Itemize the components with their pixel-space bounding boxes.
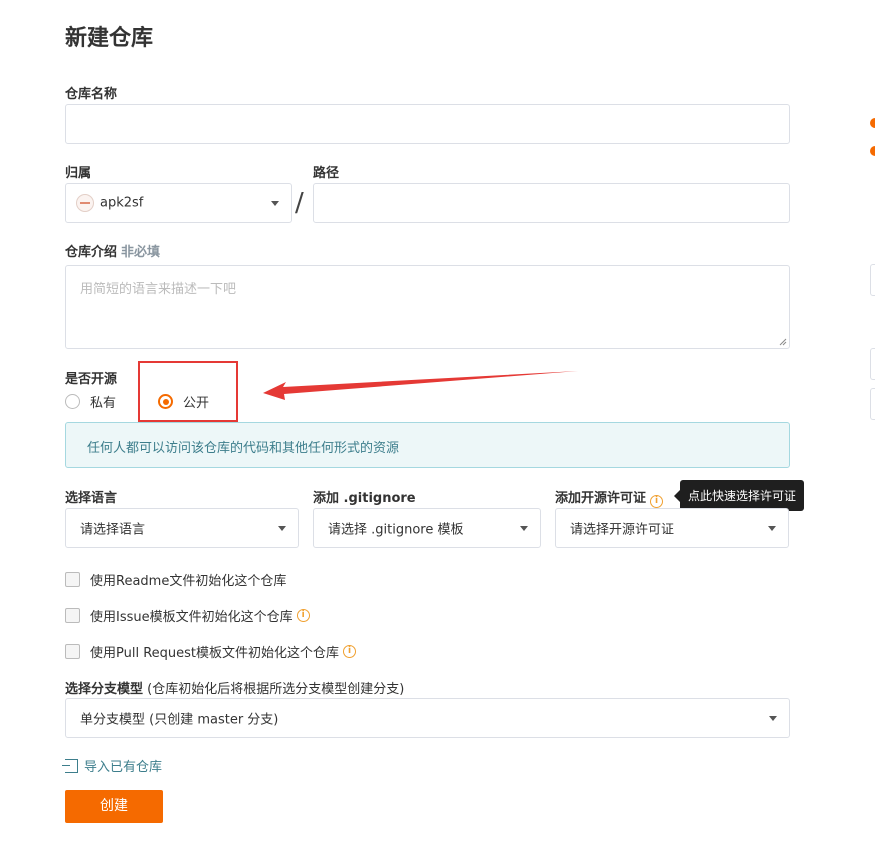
license-select[interactable]: 请选择开源许可证 — [555, 508, 789, 548]
license-label-text: 添加开源许可证 — [555, 491, 647, 506]
gitignore-value: 请选择 .gitignore 模板 — [328, 522, 464, 538]
path-label: 路径 — [313, 166, 340, 181]
gitignore-label: 添加 .gitignore — [313, 491, 416, 506]
language-select[interactable]: 请选择语言 — [65, 508, 299, 548]
side-panel-field[interactable] — [870, 388, 875, 420]
page-title: 新建仓库 — [65, 26, 154, 51]
path-input[interactable] — [313, 183, 790, 223]
visibility-label: 是否开源 — [65, 372, 118, 387]
language-label: 选择语言 — [65, 491, 118, 506]
branch-model-hint: (仓库初始化后将根据所选分支模型创建分支) — [147, 682, 405, 697]
branch-model-title: 选择分支模型 — [65, 682, 144, 697]
resize-handle-icon[interactable] — [779, 338, 787, 346]
side-panel-field[interactable] — [870, 264, 875, 296]
info-icon[interactable]: i — [343, 645, 357, 658]
gitignore-select[interactable]: 请选择 .gitignore 模板 — [313, 508, 541, 548]
visibility-info-box: 任何人都可以访问该仓库的代码和其他任何形式的资源 — [65, 422, 790, 468]
info-icon[interactable]: i — [296, 609, 310, 622]
license-value: 请选择开源许可证 — [570, 522, 675, 538]
create-button[interactable]: 创建 — [65, 790, 163, 823]
side-status-dot — [870, 118, 875, 128]
chevron-down-icon — [769, 716, 777, 721]
init-issue-label: 使用Issue模板文件初始化这个仓库 — [90, 610, 293, 625]
visibility-info-text: 任何人都可以访问该仓库的代码和其他任何形式的资源 — [87, 441, 400, 456]
language-value: 请选择语言 — [80, 522, 146, 538]
chevron-down-icon — [271, 201, 279, 206]
import-repo-text: 导入已有仓库 — [84, 760, 163, 775]
radio-private-label: 私有 — [90, 396, 117, 411]
branch-model-select[interactable]: 单分支模型 (只创建 master 分支) — [65, 698, 790, 738]
description-label: 仓库介绍 非必填 — [65, 241, 160, 260]
side-status-dot — [870, 146, 875, 156]
repo-name-input[interactable] — [65, 104, 790, 144]
info-icon[interactable]: i — [650, 495, 664, 508]
owner-avatar — [76, 194, 94, 212]
chevron-down-icon — [768, 526, 776, 531]
license-tooltip: 点此快速选择许可证 — [673, 480, 805, 511]
optional-tag: 非必填 — [121, 245, 161, 260]
license-label: 添加开源许可证 i — [555, 487, 664, 508]
checkbox[interactable] — [65, 608, 80, 623]
init-readme-option[interactable]: 使用Readme文件初始化这个仓库 — [65, 570, 286, 589]
init-pr-label: 使用Pull Request模板文件初始化这个仓库 — [90, 646, 340, 661]
description-textarea[interactable]: 用简短的语言来描述一下吧 — [65, 265, 790, 349]
owner-select[interactable]: apk2sf — [65, 183, 292, 223]
repo-name-label: 仓库名称 — [65, 87, 118, 102]
description-label-text: 仓库介绍 — [65, 245, 118, 260]
checkbox[interactable] — [65, 644, 80, 659]
branch-model-value: 单分支模型 (只创建 master 分支) — [80, 712, 279, 728]
chevron-down-icon — [278, 526, 286, 531]
owner-value: apk2sf — [100, 195, 144, 211]
radio-private[interactable]: 私有 — [65, 392, 116, 411]
description-placeholder: 用简短的语言来描述一下吧 — [80, 282, 237, 297]
init-issue-option[interactable]: 使用Issue模板文件初始化这个仓库 i — [65, 606, 310, 625]
chevron-down-icon — [520, 526, 528, 531]
side-panel-field[interactable] — [870, 348, 875, 380]
import-repo-link[interactable]: 导入已有仓库 — [62, 756, 163, 775]
checkbox[interactable] — [65, 572, 80, 587]
branch-model-label: 选择分支模型 (仓库初始化后将根据所选分支模型创建分支) — [65, 678, 404, 697]
radio-private-circle[interactable] — [65, 394, 80, 409]
import-icon — [62, 758, 78, 773]
highlight-box — [138, 361, 238, 422]
owner-label: 归属 — [65, 166, 92, 181]
init-readme-label: 使用Readme文件初始化这个仓库 — [90, 574, 287, 589]
init-pr-option[interactable]: 使用Pull Request模板文件初始化这个仓库 i — [65, 642, 357, 661]
path-separator: / — [295, 188, 304, 218]
